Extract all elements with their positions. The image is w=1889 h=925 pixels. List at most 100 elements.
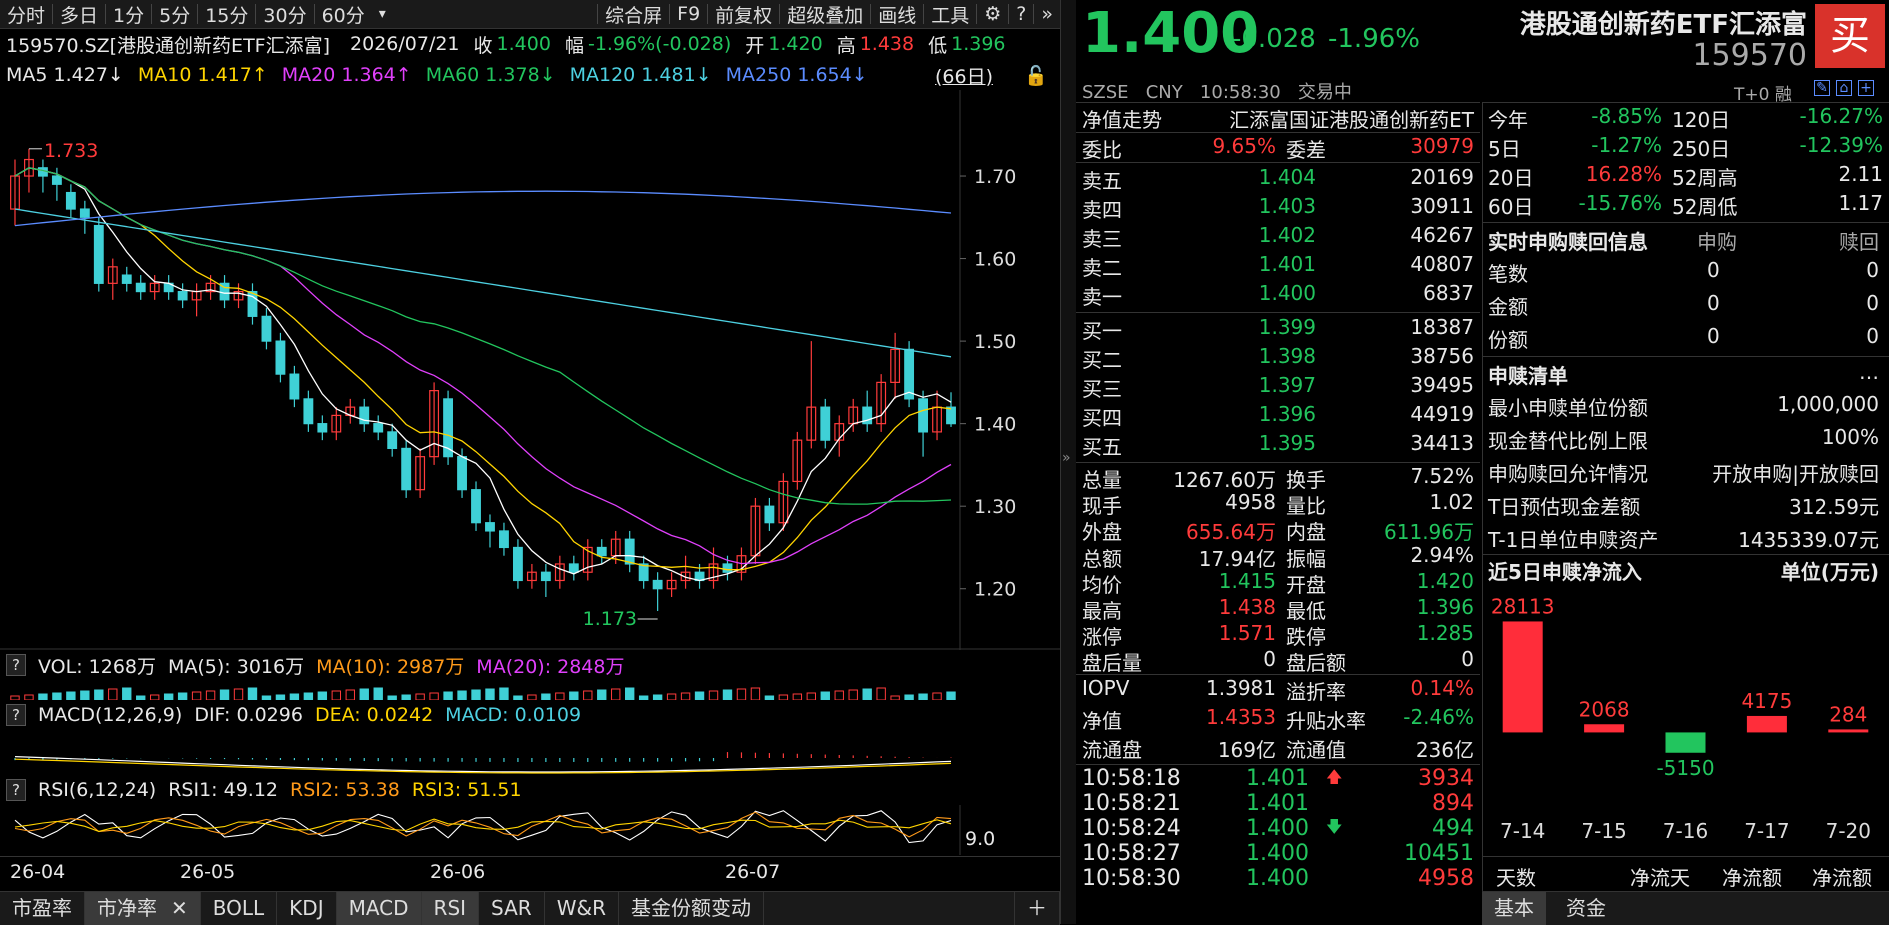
buys-row[interactable]: 买二 1.398 38756 [1076,344,1480,372]
adjust-button[interactable]: 前复权 [708,1,779,28]
tab-wr[interactable]: W&R [545,892,619,925]
buy-button[interactable]: 买 [1815,4,1885,68]
level-price: 1.397 [1258,373,1316,397]
edit-icon[interactable]: ✎ [1814,80,1830,96]
tab-rsi[interactable]: RSI [421,892,480,925]
tab-1min[interactable]: 1分 [106,1,151,28]
stat-label: 净值 [1082,709,1122,733]
candle [303,398,314,425]
tick-volume: 494 [1432,816,1474,841]
gear-icon[interactable]: ⚙ [977,3,1008,25]
nav-trend-row[interactable]: 净值走势 汇添富国证港股通创新药ET [1076,104,1480,132]
list-label: T-1日单位申赎资产 [1488,528,1659,552]
close-icon[interactable]: ✕ [171,896,188,920]
tab-5min[interactable]: 5分 [152,1,197,28]
tools-button[interactable]: 工具 [924,1,976,28]
ma250-line [14,190,952,227]
perf-row: 5日 -1.27% 250日 -12.39% [1482,133,1889,161]
tab-fund-share[interactable]: 基金份额变动 [619,892,764,925]
vol-legend: ? VOL: 1268万 MA(5): 3016万 MA(10): 2987万 … [0,652,636,678]
candlestick-chart[interactable]: 1.70 1.60 1.50 1.40 1.30 1.20 1.733 1.173 [0,90,1060,650]
volume-bar [66,691,76,700]
tick-price: 1.400 [1246,816,1309,841]
tab-capital[interactable]: 资金 [1554,892,1618,925]
vol-value: VOL: 1268万 [38,655,156,678]
buys-row[interactable]: 买一 1.399 18387 [1076,315,1480,343]
sells-row[interactable]: 卖五 1.404 20169 [1076,165,1480,193]
tab-sar[interactable]: SAR [479,892,545,925]
sells-row[interactable]: 卖四 1.403 30911 [1076,194,1480,222]
tab-basic[interactable]: 基本 [1482,892,1546,925]
tab-15min[interactable]: 15分 [198,1,255,28]
sells-row[interactable]: 卖三 1.402 46267 [1076,223,1480,251]
help-icon[interactable]: ? [1009,3,1033,25]
period-count-button[interactable]: (66日) [935,62,993,89]
panel-collapse-handle[interactable]: » [1060,0,1077,924]
more-periods-dropdown[interactable]: ▾ [372,6,393,22]
sub-red-title: 实时申购赎回信息 [1488,230,1648,254]
list-label: 现金替代比例上限 [1488,429,1648,453]
low-label: 低 [928,34,948,57]
stat-label: 盘后额 [1286,651,1346,676]
overlay-button[interactable]: 超级叠加 [780,1,870,28]
sells-row[interactable]: 卖一 1.400 6837 [1076,281,1480,309]
volume-bar [778,694,789,700]
volume-bar [904,694,914,700]
tab-30min[interactable]: 30分 [256,1,313,28]
candle [471,489,481,524]
volume-bar [94,689,104,700]
add-tab-button[interactable]: ＋ [1014,892,1060,925]
stat-label: 外盘 [1082,520,1122,545]
double-chevron-right-icon[interactable]: » [1034,3,1060,25]
sells-row[interactable]: 卖二 1.401 40807 [1076,252,1480,280]
ma20-legend: MA20 1.364↑ [281,64,412,86]
chart-panel: 分时 多日 1分 5分 15分 30分 60分 ▾ 综合屏 F9 前复权 超级叠… [0,0,1060,925]
x-tick: 26-06 [430,861,486,883]
level-label: 买一 [1082,319,1122,343]
alert-icon[interactable]: ⌂ [1836,80,1852,96]
stat-label: 最高 [1082,599,1122,623]
volume-bar [289,693,300,700]
help-icon[interactable]: ? [6,654,26,676]
tab-pe[interactable]: 市盈率 [0,892,85,925]
y-tick-label: 1.60 [974,249,1016,271]
volume-bar [401,694,411,700]
sub-red-label: 份额 [1488,328,1528,352]
footer-days: 天数 [1496,866,1536,890]
list-label: 最小申赎单位份额 [1488,396,1648,420]
flow-date-label: 7-15 [1581,819,1626,843]
y-tick-label: 1.50 [974,331,1016,353]
flow-unit: 单位(万元) [1780,560,1879,584]
stat-label: 内盘 [1286,520,1326,545]
tab-boll[interactable]: BOLL [201,892,278,925]
chevron-right-icon[interactable]: » [1062,450,1071,466]
buys-row[interactable]: 买四 1.396 44919 [1076,402,1480,430]
more-icon[interactable]: … [1859,360,1879,384]
tab-macd[interactable]: MACD [336,892,422,925]
tab-intraday[interactable]: 分时 [0,1,52,28]
draw-button[interactable]: 画线 [871,1,923,28]
perf-label: 20日 [1488,166,1534,190]
security-code: 159570.SZ[港股通创新药ETF汇添富] [6,34,331,57]
level-volume: 34413 [1410,431,1474,455]
buys-row[interactable]: 买三 1.397 39495 [1076,373,1480,401]
lock-icon[interactable]: 🔓 [1024,64,1048,87]
tick-volume: 3934 [1418,766,1474,791]
tab-pb[interactable]: 市净率 ✕ [85,892,201,925]
tab-kdj[interactable]: KDJ [277,892,337,925]
add-watchlist-icon[interactable]: + [1858,80,1874,96]
flow-title: 近5日申赎净流入 [1488,560,1642,584]
buys-row[interactable]: 买五 1.395 34413 [1076,431,1480,459]
volume-bar [806,692,817,700]
help-icon[interactable]: ? [6,704,26,726]
tab-60min[interactable]: 60分 [315,1,372,28]
combined-screen-button[interactable]: 综合屏 [598,1,669,28]
volume-bar [275,694,286,700]
f9-button[interactable]: F9 [670,3,707,25]
help-icon[interactable]: ? [6,779,26,801]
candle [638,563,649,582]
tab-multiday[interactable]: 多日 [53,1,105,28]
list-header[interactable]: 申赎清单 … [1482,360,1889,388]
arrow-down-icon: 🡇 [1326,817,1343,836]
level-price: 1.404 [1258,165,1316,189]
